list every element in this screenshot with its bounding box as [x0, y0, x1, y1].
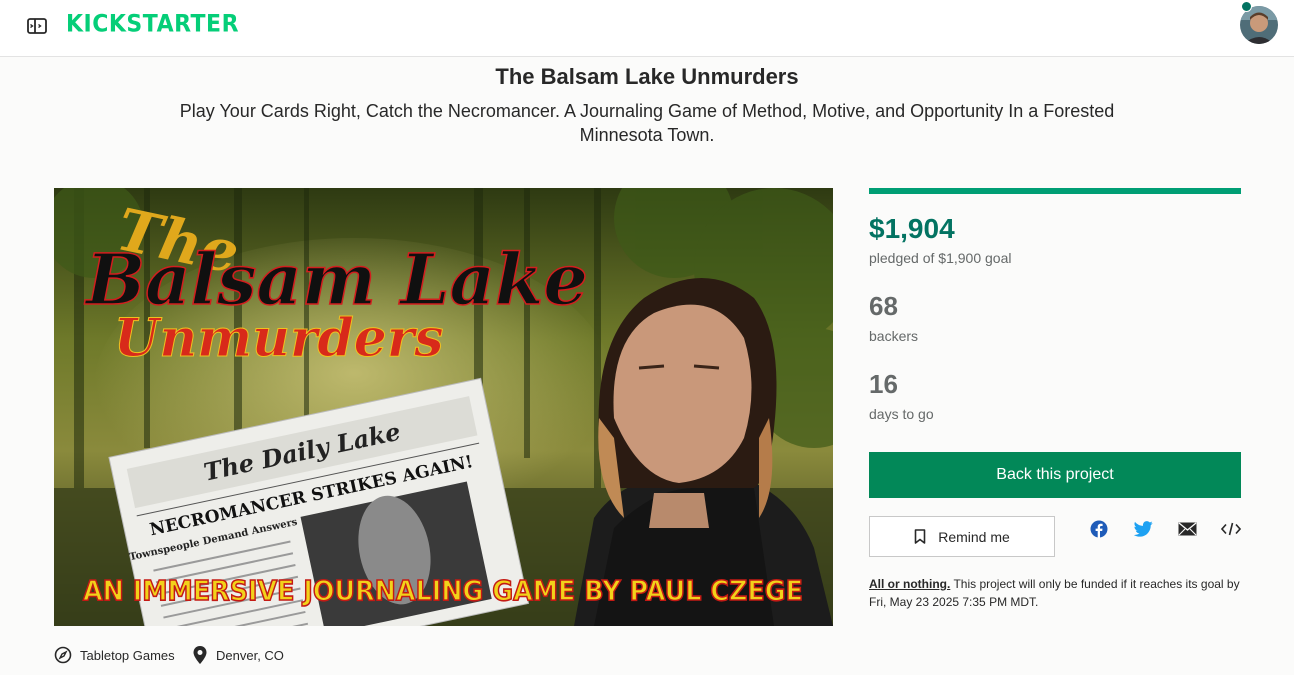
category-link[interactable]: Tabletop Games	[54, 644, 175, 666]
remind-me-button[interactable]: Remind me	[869, 516, 1055, 557]
backers-label: backers	[869, 328, 919, 344]
days-to-go-label: days to go	[869, 406, 934, 422]
remind-me-label: Remind me	[938, 528, 1010, 545]
all-or-nothing-note: All or nothing. This project will only b…	[869, 575, 1241, 611]
pledged-amount: $1,904	[869, 213, 955, 244]
compass-icon	[54, 646, 72, 664]
sidebar-toggle-icon[interactable]	[26, 15, 50, 37]
kickstarter-logo[interactable]: KICKSTARTER	[66, 9, 239, 41]
location-link[interactable]: Denver, CO	[192, 644, 284, 666]
hero-banner-text: AN IMMERSIVE JOURNALING GAME BY PAUL CZE…	[83, 574, 803, 607]
bookmark-icon	[914, 529, 926, 544]
location-pin-icon	[193, 646, 207, 664]
twitter-icon[interactable]	[1132, 519, 1154, 539]
all-or-nothing-link[interactable]: All or nothing.	[869, 577, 950, 591]
embed-icon[interactable]	[1220, 519, 1242, 539]
pledged-goal-text: pledged of $1,900 goal	[869, 250, 1012, 266]
hero-title-unmurders: Unmurders	[114, 308, 444, 369]
backers-count: 68	[869, 291, 898, 321]
funding-progress-bar	[869, 188, 1241, 194]
notification-dot	[1241, 1, 1252, 12]
facebook-icon[interactable]	[1088, 519, 1110, 539]
project-blurb: Play Your Cards Right, Catch the Necroma…	[179, 101, 1115, 145]
funding-progress-fill	[869, 188, 1241, 194]
email-icon[interactable]	[1176, 519, 1198, 539]
project-title: The Balsam Lake Unmurders	[495, 64, 799, 89]
days-to-go-count: 16	[869, 369, 898, 399]
location-label: Denver, CO	[216, 647, 284, 663]
back-this-project-button[interactable]: Back this project	[869, 452, 1241, 498]
top-nav: KICKSTARTER	[0, 0, 1294, 57]
project-hero-image[interactable]: The Daily Lake NECROMANCER STRIKES AGAIN…	[54, 188, 833, 626]
category-label: Tabletop Games	[80, 647, 175, 663]
